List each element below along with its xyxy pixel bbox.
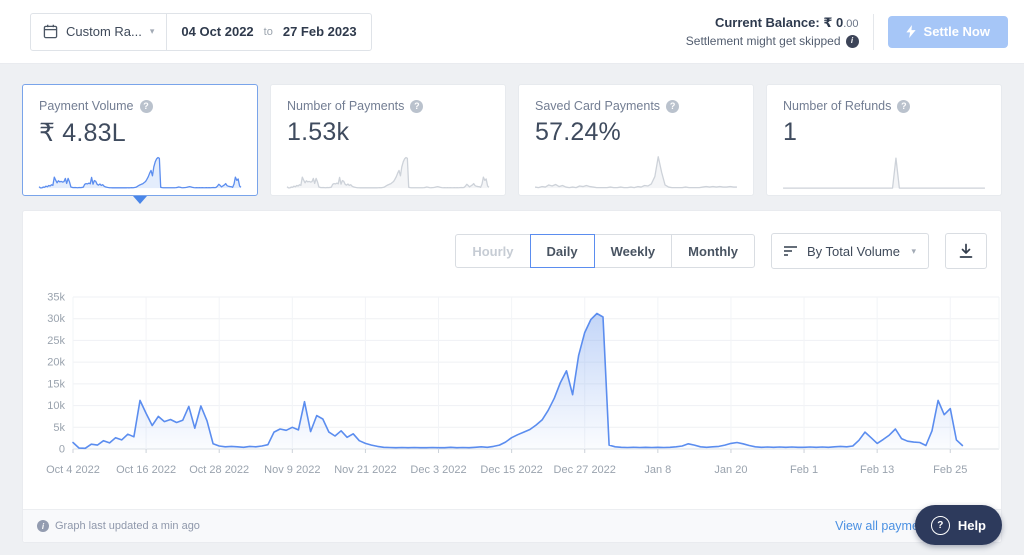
svg-text:Dec 3 2022: Dec 3 2022 — [410, 464, 466, 476]
help-button[interactable]: ? Help — [914, 505, 1002, 545]
tab-weekly[interactable]: Weekly — [593, 234, 673, 268]
svg-text:15k: 15k — [47, 378, 65, 390]
granularity-tabs: Hourly Daily Weekly Monthly — [455, 234, 755, 268]
card-label: Number of Refunds — [783, 99, 892, 113]
last-updated: i Graph last updated a min ago — [37, 520, 200, 532]
chart-panel: Hourly Daily Weekly Monthly By Total Vol… — [22, 210, 1002, 543]
settle-now-button[interactable]: Settle Now — [887, 15, 1008, 48]
divider — [872, 13, 874, 50]
tab-daily[interactable]: Daily — [529, 234, 595, 268]
svg-text:Feb 25: Feb 25 — [933, 464, 967, 476]
date-range-picker[interactable]: Custom Ra... ▾ 04 Oct 2022 to 27 Feb 202… — [30, 12, 372, 51]
chevron-down-icon: ▾ — [149, 26, 155, 36]
date-range-values[interactable]: 04 Oct 2022 to 27 Feb 2023 — [166, 13, 370, 50]
info-icon[interactable]: i — [845, 34, 859, 48]
balance-block: Current Balance: ₹ 0.00 Settlement might… — [686, 13, 859, 51]
date-from: 04 Oct 2022 — [181, 24, 254, 39]
date-to: 27 Feb 2023 — [282, 24, 357, 39]
balance-area: Current Balance: ₹ 0.00 Settlement might… — [686, 13, 1008, 51]
svg-text:20k: 20k — [47, 357, 65, 369]
chart-footer: i Graph last updated a min ago View all … — [23, 509, 1001, 542]
help-icon[interactable]: ? — [139, 99, 153, 113]
chevron-down-icon: ▾ — [911, 245, 916, 256]
svg-text:0: 0 — [59, 444, 65, 456]
svg-text:Nov 9 2022: Nov 9 2022 — [264, 464, 320, 476]
download-button[interactable] — [945, 233, 987, 269]
card-saved-card-payments[interactable]: Saved Card Payments ? 57.24% — [518, 84, 754, 196]
card-value: 57.24% — [535, 118, 621, 146]
card-value: 1 — [783, 118, 798, 146]
metric-dropdown[interactable]: By Total Volume ▾ — [771, 233, 929, 269]
card-label: Number of Payments — [287, 99, 405, 113]
calendar-icon — [43, 24, 58, 39]
help-icon[interactable]: ? — [897, 99, 911, 113]
svg-text:Feb 13: Feb 13 — [860, 464, 894, 476]
settlement-note: Settlement might get skipped i — [686, 32, 859, 50]
svg-text:Dec 15 2022: Dec 15 2022 — [480, 464, 542, 476]
sort-icon — [784, 245, 798, 257]
svg-text:Oct 4 2022: Oct 4 2022 — [46, 464, 100, 476]
metric-dropdown-label: By Total Volume — [807, 243, 900, 259]
card-label: Payment Volume — [39, 99, 134, 113]
stat-cards-row: Payment Volume ? ₹ 4.83L Number of Payme… — [22, 84, 1002, 204]
payment-volume-sparkline — [37, 150, 243, 190]
svg-text:5k: 5k — [53, 422, 65, 434]
card-payment-volume[interactable]: Payment Volume ? ₹ 4.83L — [22, 84, 258, 204]
svg-text:Feb 1: Feb 1 — [790, 464, 818, 476]
chart-controls: Hourly Daily Weekly Monthly By Total Vol… — [455, 233, 987, 269]
svg-text:Nov 21 2022: Nov 21 2022 — [334, 464, 396, 476]
payment-volume-chart[interactable]: 0 5k 10k 15k 20k 25k 30k 35k Oct 4 2022 Oct 16 20… — [23, 287, 1003, 492]
saved-card-payments-sparkline — [533, 150, 737, 190]
lightning-icon — [905, 25, 916, 38]
download-icon — [958, 243, 974, 259]
svg-text:Oct 28 2022: Oct 28 2022 — [189, 464, 249, 476]
number-of-payments-sparkline — [285, 150, 491, 190]
tab-monthly[interactable]: Monthly — [671, 234, 755, 268]
card-number-of-payments[interactable]: Number of Payments ? 1.53k — [270, 84, 506, 196]
svg-text:30k: 30k — [47, 313, 65, 325]
svg-text:Dec 27 2022: Dec 27 2022 — [554, 464, 616, 476]
svg-text:35k: 35k — [47, 292, 65, 304]
tab-hourly[interactable]: Hourly — [455, 234, 531, 268]
help-icon[interactable]: ? — [666, 99, 680, 113]
date-to-word: to — [263, 25, 273, 38]
svg-text:Jan 20: Jan 20 — [714, 464, 747, 476]
svg-text:Jan 8: Jan 8 — [644, 464, 671, 476]
svg-text:10k: 10k — [47, 400, 65, 412]
current-balance: Current Balance: ₹ 0.00 — [714, 14, 859, 30]
date-range-preset[interactable]: Custom Ra... ▾ — [31, 14, 166, 50]
svg-text:25k: 25k — [47, 335, 65, 347]
info-icon: i — [37, 520, 49, 532]
question-icon: ? — [930, 515, 950, 535]
svg-text:Oct 16 2022: Oct 16 2022 — [116, 464, 176, 476]
number-of-refunds-sparkline — [783, 150, 985, 190]
card-value: 1.53k — [287, 118, 350, 146]
card-label: Saved Card Payments — [535, 99, 661, 113]
date-range-preset-label: Custom Ra... — [66, 24, 142, 39]
card-value: ₹ 4.83L — [39, 119, 126, 147]
help-icon[interactable]: ? — [410, 99, 424, 113]
topbar: Custom Ra... ▾ 04 Oct 2022 to 27 Feb 202… — [0, 0, 1024, 64]
card-number-of-refunds[interactable]: Number of Refunds ? 1 — [766, 84, 1002, 196]
